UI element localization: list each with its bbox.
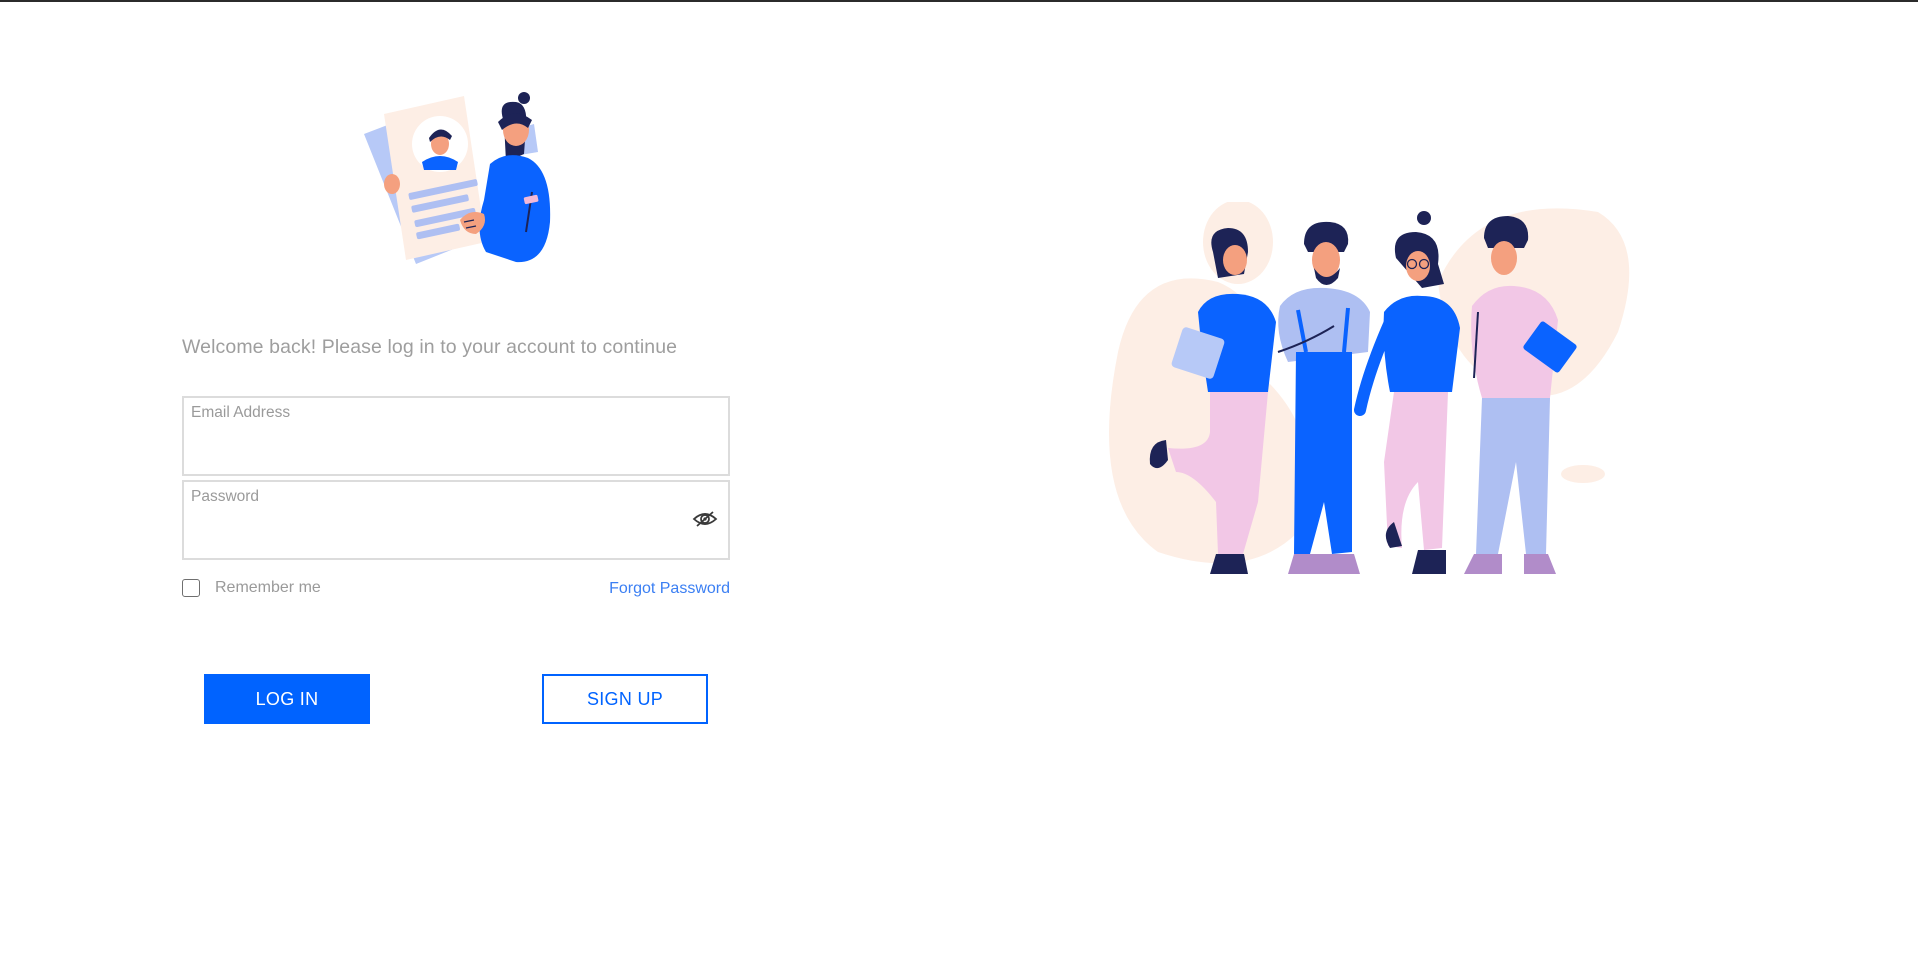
password-label: Password [191, 488, 260, 505]
login-button[interactable]: LOG IN [204, 674, 370, 724]
password-field[interactable]: Password [182, 480, 730, 560]
eye-slash-icon[interactable] [692, 506, 718, 532]
remember-checkbox[interactable] [182, 579, 200, 597]
welcome-message: Welcome back! Please log in to your acco… [182, 336, 678, 358]
remember-me[interactable]: Remember me [182, 579, 321, 597]
resume-illustration [364, 92, 551, 264]
password-input[interactable] [191, 518, 678, 550]
login-page: Welcome back! Please log in to your acco… [0, 0, 1918, 953]
signup-button[interactable]: SIGN UP [542, 674, 708, 724]
team-illustration [1109, 202, 1630, 574]
forgot-password-link[interactable]: Forgot Password [609, 580, 730, 598]
email-label: Email Address [191, 404, 291, 421]
remember-label: Remember me [215, 579, 321, 596]
email-input[interactable] [191, 434, 678, 466]
email-field[interactable]: Email Address [182, 396, 730, 476]
